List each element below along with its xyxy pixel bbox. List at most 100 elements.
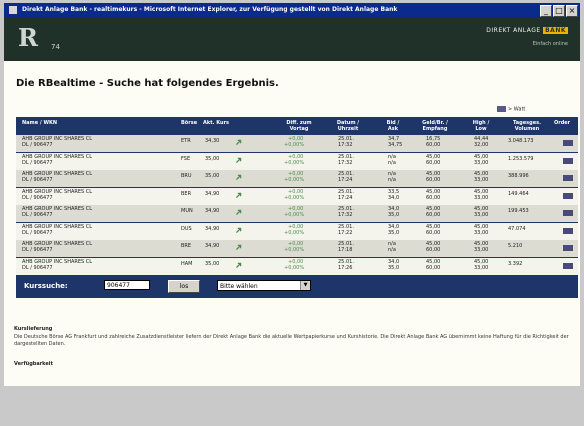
cell-exchange: HAM <box>181 260 193 267</box>
column-header-diff[interactable]: Diff. zum Vortag <box>282 120 316 132</box>
table-header: Name / WKN Börse Akt. Kurs Diff. zum Vor… <box>16 117 578 133</box>
cell-brief: 60,00 <box>426 142 441 148</box>
title-bar: Direkt Anlage Bank - realtimekurs - Micr… <box>4 3 580 17</box>
brand-tagline: Einfach online <box>532 41 568 47</box>
cell-time: 17:32 <box>338 212 353 218</box>
order-icon[interactable] <box>563 262 573 269</box>
trend-arrow-icon <box>235 262 242 268</box>
cell-brief: 60,00 <box>426 212 441 218</box>
column-header-geld-brief[interactable]: Geld/Br. / Empfang <box>418 120 452 132</box>
column-header-bid-ask[interactable]: Bid / Ask <box>384 120 402 132</box>
cell-exchange: MUN <box>181 208 193 214</box>
cell-low: 33,00 <box>474 264 489 271</box>
cell-brief: 60,00 <box>426 229 441 236</box>
watchlist-icon <box>497 106 506 112</box>
column-header-exchange[interactable]: Börse <box>181 120 197 126</box>
table-row[interactable]: AHB GROUP INC SHARES CL DL / 906477 FSE 35,… <box>16 152 578 170</box>
cell-time: 17:26 <box>338 264 353 271</box>
section-title-verfuegbarkeit: Verfügbarkeit <box>14 361 53 367</box>
column-header-datetime[interactable]: Datum / Uhrzeit <box>332 120 364 132</box>
trend-arrow-icon <box>235 209 242 216</box>
cell-time: 17:22 <box>338 229 353 236</box>
cell-exchange: BER <box>181 190 192 197</box>
cell-price: 35,00 <box>205 260 220 267</box>
section-title-kurslieferung: Kurslieferung <box>14 326 53 332</box>
select-value: Bitte wählen <box>220 283 258 290</box>
trend-arrow-icon <box>235 227 242 233</box>
logo[interactable]: R <box>18 23 38 52</box>
cell-time: 17:24 <box>338 194 353 201</box>
minimize-button[interactable]: _ <box>540 5 552 17</box>
table-row[interactable]: AHB GROUP INC SHARES CL DL / 906477 HAM 35,… <box>16 257 578 275</box>
column-header-volume[interactable]: Tagesges. Volumen <box>507 120 547 132</box>
table-row[interactable]: AHB GROUP INC SHARES CL DL / 906477 BRU 35,… <box>16 170 578 187</box>
column-header-price[interactable]: Akt. Kurs <box>203 120 229 126</box>
cell-diff_pct: +0,00% <box>284 177 305 183</box>
chevron-down-icon[interactable]: ▼ <box>300 281 310 290</box>
cell-price: 34,90 <box>205 208 220 214</box>
order-icon[interactable] <box>563 175 573 181</box>
order-icon[interactable] <box>563 245 573 251</box>
cell-low: 33,00 <box>474 212 489 218</box>
order-icon[interactable] <box>563 210 573 216</box>
order-icon[interactable] <box>563 140 573 146</box>
cell-ask: n/a <box>388 159 396 166</box>
table-row[interactable]: AHB GROUP INC SHARES CL DL / 906477 BRE 34,… <box>16 240 578 257</box>
quotes-table: Name / WKN Börse Akt. Kurs Diff. zum Vor… <box>16 117 578 298</box>
table-row[interactable]: AHB GROUP INC SHARES CL DL / 906477 DUS 34,… <box>16 222 578 240</box>
brand-name[interactable]: DIREKT ANLAGE BANK <box>486 27 568 34</box>
order-icon[interactable] <box>563 157 573 164</box>
trend-arrow-icon <box>235 192 242 198</box>
column-header-order[interactable]: Order <box>554 120 570 126</box>
cell-wkn: DL / 906477 <box>22 264 53 271</box>
exchange-select[interactable]: Bitte wählen ▼ <box>217 280 311 291</box>
maximize-button[interactable]: □ <box>553 5 565 17</box>
table-row[interactable]: AHB GROUP INC SHARES CL DL / 906477 BER 34,… <box>16 187 578 205</box>
cell-ask: 34,75 <box>388 142 403 148</box>
cell-volume: 149.464 <box>508 190 529 197</box>
order-icon[interactable] <box>563 227 573 234</box>
window-title: Direkt Anlage Bank - realtimekurs - Micr… <box>22 6 398 13</box>
cell-brief: 60,00 <box>426 194 441 201</box>
order-icon[interactable] <box>563 192 573 199</box>
cell-diff_pct: +0,00% <box>284 229 305 236</box>
search-input[interactable]: 906477 <box>104 280 150 290</box>
cell-wkn: DL / 906477 <box>22 142 53 148</box>
cell-exchange: DUS <box>181 225 192 232</box>
column-header-name[interactable]: Name / WKN <box>22 120 57 126</box>
page-content: Die RBealtime - Suche hat folgendes Erge… <box>4 61 580 386</box>
table-row[interactable]: AHB GROUP INC SHARES CL DL / 906477 MUN 34,… <box>16 205 578 222</box>
cell-ask: n/a <box>388 177 396 183</box>
cell-ask: 35,0 <box>388 212 400 218</box>
table-row[interactable]: AHB GROUP INC SHARES CL DL / 906477 ETR 34,… <box>16 135 578 152</box>
cell-brief: 60,00 <box>426 177 441 183</box>
cell-price: 35,00 <box>205 155 220 162</box>
section-text-kurslieferung: Die Deutsche Börse AG Frankfurt und zahl… <box>14 334 569 347</box>
cell-low: 33,00 <box>474 229 489 236</box>
cell-ask: n/a <box>388 247 396 253</box>
search-button[interactable]: los <box>168 280 200 293</box>
cell-price: 34,90 <box>205 190 220 197</box>
cell-price: 34,90 <box>205 243 220 249</box>
trend-arrow-icon <box>235 174 242 181</box>
cell-time: 17:18 <box>338 247 353 253</box>
cell-wkn: DL / 906477 <box>22 247 53 253</box>
cell-brief: 60,00 <box>426 159 441 166</box>
cell-ask: 35,0 <box>388 229 400 236</box>
cell-exchange: ETR <box>181 138 191 144</box>
column-header-high-low[interactable]: High / Low <box>470 120 492 132</box>
cell-low: 32,00 <box>474 142 489 148</box>
cell-diff_pct: +0,00% <box>284 194 305 201</box>
cell-low: 33,00 <box>474 247 489 253</box>
cell-price: 34,90 <box>205 225 220 232</box>
cell-price: 35,00 <box>205 173 220 179</box>
search-label: Kurssuche: <box>24 282 68 290</box>
cell-diff_pct: +0,00% <box>284 212 305 218</box>
close-button[interactable]: × <box>566 5 578 17</box>
cell-exchange: BRE <box>181 243 192 249</box>
watchlist-link[interactable]: > Watt <box>497 106 525 113</box>
watchlist-label: > Watt <box>508 106 526 113</box>
brand-prefix: DIREKT ANLAGE <box>486 27 541 34</box>
trend-arrow-icon <box>235 139 242 146</box>
cell-diff_pct: +0,00% <box>284 159 305 166</box>
